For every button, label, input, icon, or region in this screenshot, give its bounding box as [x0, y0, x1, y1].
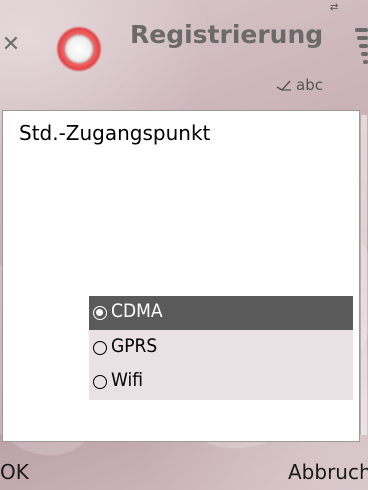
ok-softkey[interactable]: OK [0, 460, 29, 484]
signal-strength-icon [355, 22, 368, 92]
radio-unselected-icon [93, 341, 107, 355]
close-icon[interactable]: ✕ [0, 34, 22, 56]
radio-selected-icon [93, 306, 107, 320]
scrollbar-track[interactable] [360, 115, 367, 435]
option-list: CDMA GPRS Wifi [89, 296, 353, 400]
app-icon [55, 25, 103, 73]
radio-unselected-icon [93, 375, 107, 389]
cancel-softkey[interactable]: Abbruch [288, 460, 368, 484]
pen-input-icon [276, 80, 291, 91]
connection-icon: ⇄ [330, 2, 339, 13]
option-label: GPRS [111, 335, 158, 357]
option-gprs[interactable]: GPRS [89, 331, 353, 365]
dialog-title: Std.-Zugangspunkt [19, 121, 211, 145]
page-title: Registrierung [130, 20, 324, 49]
option-cdma[interactable]: CDMA [89, 296, 353, 330]
option-label: CDMA [111, 300, 163, 322]
option-label: Wifi [111, 369, 144, 391]
access-point-dialog: Std.-Zugangspunkt CDMA GPRS Wifi [2, 110, 360, 442]
input-mode-indicator: abc [276, 76, 323, 94]
input-mode-label: abc [296, 76, 323, 94]
option-wifi[interactable]: Wifi [89, 365, 353, 399]
